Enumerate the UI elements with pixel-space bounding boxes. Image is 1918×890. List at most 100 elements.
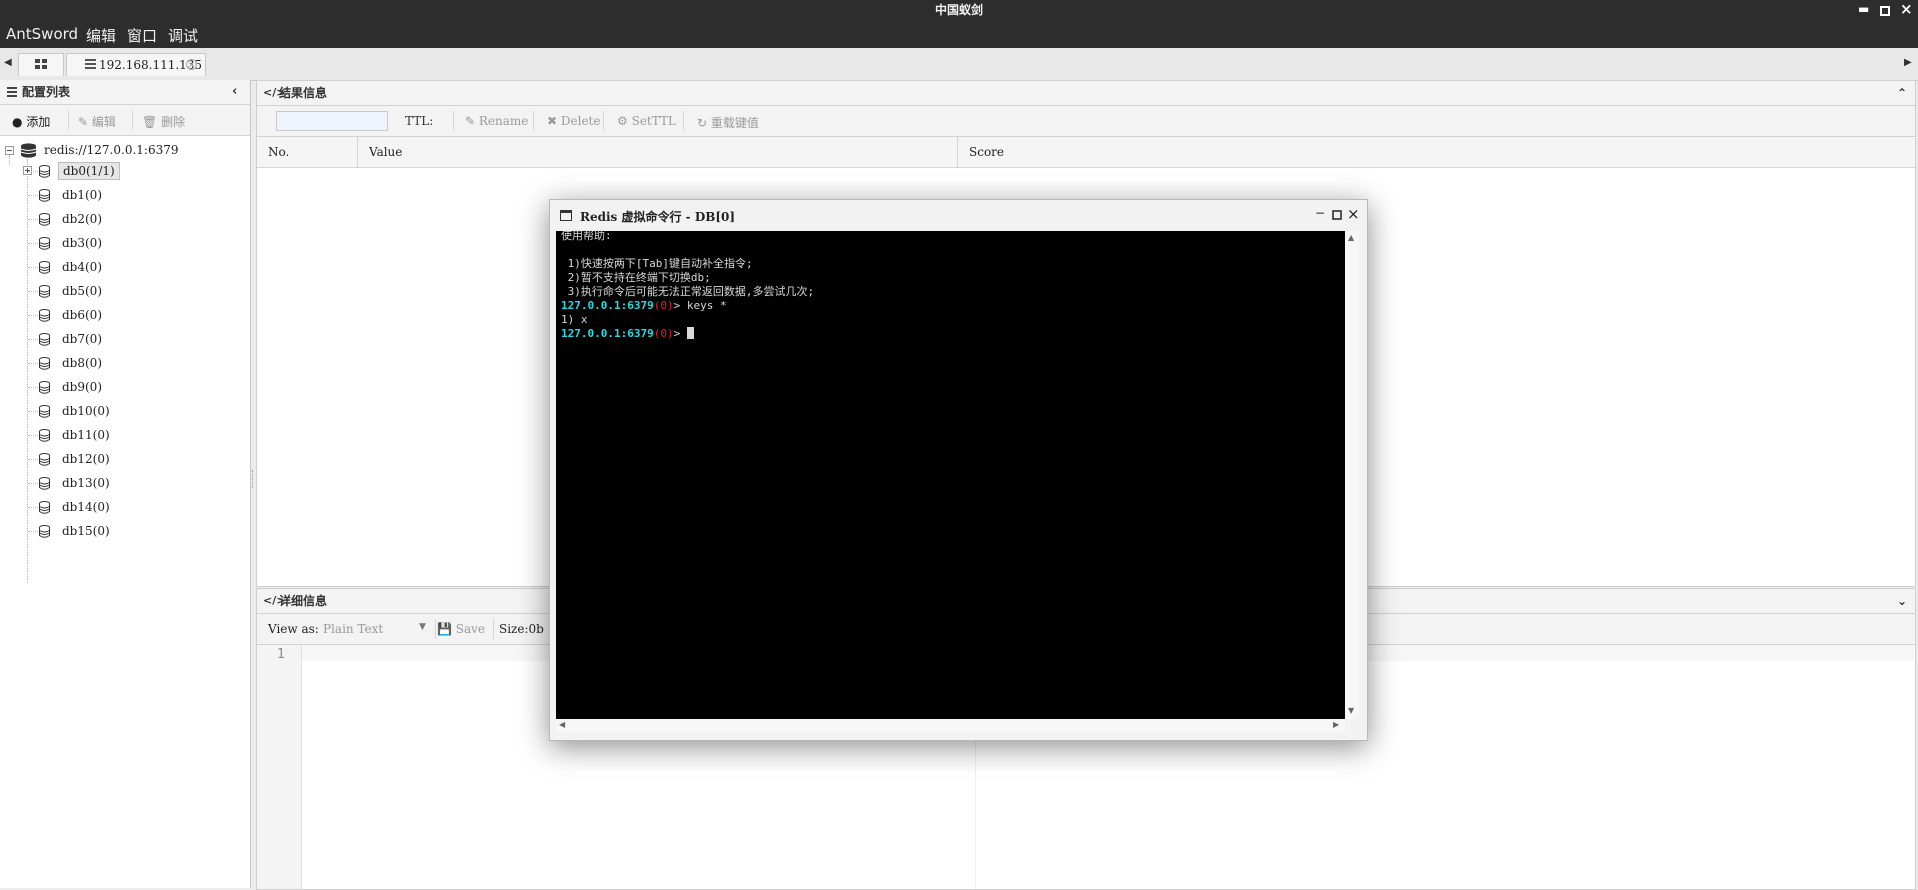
delete-button-label: 删除	[161, 115, 186, 129]
tree-connector	[28, 219, 38, 220]
tab-shell[interactable]: 192.168.111.135	[66, 53, 206, 76]
database-icon	[39, 236, 50, 250]
size-label: Size:0b	[499, 622, 544, 636]
tree-connector	[28, 531, 38, 532]
db-node-label: db0(1/1)	[58, 162, 120, 180]
terminal-horizontal-scrollbar[interactable]: ◀ ▶	[556, 719, 1345, 733]
menu-item-window[interactable]: 窗口	[127, 25, 157, 46]
terminal-title: Redis 虚拟命令行 - DB[0]	[580, 210, 736, 224]
ttl-label: TTL:	[405, 114, 434, 128]
tree-connector	[28, 387, 38, 388]
scroll-left-icon[interactable]: ◀	[559, 720, 565, 729]
tree-connector	[28, 483, 38, 484]
reload-button[interactable]: ↻ 重载键值	[697, 114, 759, 131]
database-icon	[39, 356, 50, 370]
x-icon: ✖	[547, 114, 558, 128]
db-node-label: db12(0)	[62, 452, 110, 466]
db-node-label: db8(0)	[62, 356, 102, 370]
delete-button[interactable]: 🗑 删除	[142, 113, 185, 130]
delete-key-button[interactable]: ✖ Delete	[547, 114, 600, 128]
tab-home[interactable]	[18, 53, 64, 76]
database-icon	[39, 164, 50, 178]
terminal-vertical-scrollbar[interactable]: ▲ ▼	[1345, 231, 1359, 719]
database-stack-icon	[20, 143, 37, 158]
view-as-value: Plain Text	[323, 622, 384, 636]
prompt-line: 127.0.0.1:6379(0)> keys *	[561, 299, 727, 313]
prompt-db: (0)	[653, 299, 674, 312]
help-line: 1)快速按两下[Tab]键自动补全指令;	[561, 257, 753, 270]
result-toolbar: TTL: ✎ Rename ✖ Delete ⚙ SetTTL ↻ 重载键值	[257, 106, 1915, 137]
reload-button-label: 重载键值	[710, 116, 759, 130]
window-icon	[560, 210, 572, 221]
column-header-value[interactable]: Value	[369, 145, 402, 159]
db-node-label: db5(0)	[62, 284, 102, 298]
edit-icon: ✎	[465, 114, 476, 128]
scroll-right-icon[interactable]: ▶	[1333, 720, 1339, 729]
key-search-input[interactable]	[276, 111, 388, 131]
collapse-left-icon[interactable]: ‹	[232, 80, 237, 104]
rename-button[interactable]: ✎ Rename	[465, 114, 528, 128]
terminal-cursor	[686, 327, 694, 339]
tab-scroll-right-icon[interactable]: ▶	[1904, 57, 1912, 68]
database-icon	[39, 284, 50, 298]
chevron-down-icon[interactable]: ⌄	[1897, 589, 1907, 613]
tree-connector	[28, 411, 38, 412]
database-icon	[39, 212, 50, 226]
chevron-up-icon[interactable]: ⌃	[1897, 81, 1907, 105]
prompt-host: 127.0.0.1:6379	[561, 327, 654, 340]
database-icon	[39, 428, 50, 442]
redis-connection-node[interactable]: redis://127.0.0.1:6379	[44, 143, 178, 157]
refresh-icon: ↻	[697, 116, 708, 130]
db-node-label: db9(0)	[62, 380, 102, 394]
result-title: 结果信息	[279, 86, 328, 100]
minimize-icon[interactable]: ▬	[1858, 0, 1869, 20]
plus-circle-icon: ●	[12, 115, 23, 129]
scroll-up-icon[interactable]: ▲	[1348, 233, 1354, 242]
menu-item-debug[interactable]: 调试	[168, 25, 198, 46]
db-node-label: db1(0)	[62, 188, 102, 202]
terminal-titlebar[interactable]: Redis 虚拟命令行 - DB[0] − ×	[550, 200, 1367, 230]
database-icon	[39, 476, 50, 490]
tab-bar: ◀ 192.168.111.135 ▶	[0, 48, 1918, 81]
scroll-down-icon[interactable]: ▼	[1348, 706, 1354, 715]
caret-down-icon: ▼	[419, 622, 426, 632]
list-icon	[7, 87, 17, 97]
tab-scroll-left-icon[interactable]: ◀	[4, 57, 12, 68]
tree-connector	[28, 435, 38, 436]
result-header: </> 结果信息 ⌃	[257, 81, 1915, 106]
save-button[interactable]: 💾 Save	[437, 622, 485, 636]
dialog-close-icon[interactable]: ×	[1347, 205, 1360, 223]
tree-connector	[28, 195, 38, 196]
tree-connector	[28, 363, 38, 364]
setttl-button[interactable]: ⚙ SetTTL	[617, 114, 676, 128]
column-header-score[interactable]: Score	[969, 145, 1004, 159]
collapse-node-icon[interactable]	[5, 146, 14, 155]
tree-connector	[28, 315, 38, 316]
tree-connector	[28, 459, 38, 460]
command-output: 1) x	[561, 313, 588, 326]
dialog-minimize-icon[interactable]: −	[1315, 206, 1325, 220]
close-icon[interactable]: ×	[1900, 0, 1913, 20]
db-node-label: db3(0)	[62, 236, 102, 250]
database-icon	[39, 332, 50, 346]
database-icon	[39, 188, 50, 202]
menu-item-antsword[interactable]: AntSword	[6, 25, 78, 43]
db-node-label: db6(0)	[62, 308, 102, 322]
terminal-dialog: Redis 虚拟命令行 - DB[0] − × 使用帮助: 1)快速按两下[Ta…	[549, 199, 1368, 741]
sidebar-toolbar: ● 添加 ✎ 编辑 🗑 删除	[0, 105, 250, 136]
dialog-maximize-icon[interactable]	[1332, 210, 1342, 220]
terminal-screen[interactable]: 使用帮助: 1)快速按两下[Tab]键自动补全指令; 2)暂不支持在终端下切换d…	[556, 229, 1345, 719]
view-as-select[interactable]: Plain Text ▼	[319, 618, 431, 638]
menu-item-edit[interactable]: 编辑	[86, 25, 116, 46]
prompt-suffix: >	[673, 299, 687, 312]
save-button-label: Save	[455, 622, 486, 636]
db-node-label: db11(0)	[62, 428, 110, 442]
column-header-no[interactable]: No.	[268, 145, 289, 159]
prompt-suffix: >	[673, 327, 687, 340]
splitter-handle[interactable]	[252, 470, 255, 488]
server-icon	[85, 59, 96, 69]
edit-button[interactable]: ✎ 编辑	[78, 113, 116, 130]
setttl-button-label: SetTTL	[631, 114, 676, 128]
close-tab-icon[interactable]	[186, 59, 197, 70]
add-button[interactable]: ● 添加	[12, 113, 50, 130]
